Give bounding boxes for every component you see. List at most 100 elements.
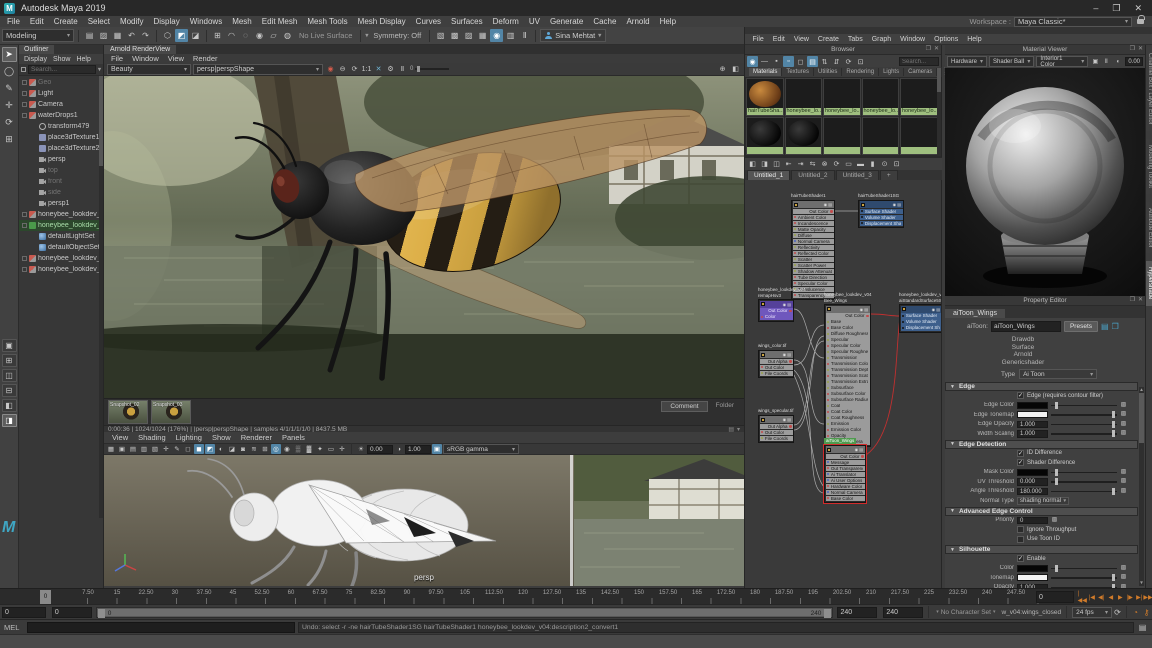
arnold-renderview-icon[interactable]: ◉ — [490, 29, 504, 42]
dof-icon[interactable]: ◎ — [271, 444, 281, 454]
node-header[interactable]: ◉ ▤ — [859, 201, 903, 208]
menu-item[interactable]: Create — [49, 17, 83, 26]
node-output-port[interactable]: Out Color — [759, 308, 793, 314]
node-port[interactable]: Shadow Attenuation — [792, 268, 834, 274]
play-backwards-button[interactable]: ◀ — [1107, 591, 1116, 603]
bookmarks-icon[interactable]: ▥ — [139, 444, 149, 454]
material-swatch[interactable] — [746, 117, 784, 155]
browser-tab[interactable]: Utilities — [814, 68, 843, 76]
outliner-menu-item[interactable]: Show — [51, 56, 73, 63]
viewport-menu-item[interactable]: Panels — [278, 433, 309, 442]
node-port[interactable]: Reflected Color — [792, 250, 834, 256]
open-scene-icon[interactable]: ▨ — [97, 29, 110, 42]
play-forwards-button[interactable]: ▶ — [1116, 591, 1125, 603]
color-swatch[interactable] — [1017, 401, 1048, 409]
hypershade-menu-item[interactable]: Options — [930, 36, 963, 43]
menu-item[interactable]: Windows — [185, 17, 227, 26]
node-port[interactable]: Surface Shader — [859, 208, 903, 214]
start-render-icon[interactable]: ◉ — [325, 64, 336, 75]
close-button[interactable]: ✕ — [1134, 3, 1142, 14]
node-port[interactable]: Emission — [825, 421, 870, 427]
range-end-handle[interactable] — [824, 608, 832, 618]
shader-node[interactable]: hairTubeShader1SG ◉ ▤ Surface Shader Vol… — [858, 193, 904, 228]
menu-item[interactable]: Cache — [588, 17, 621, 26]
swatch-small-icon[interactable]: ▪ — [771, 56, 782, 67]
shader-node[interactable]: hairTubeShader1 ◉ ▤ Out Color Ambient Co… — [791, 193, 835, 300]
browser-tab[interactable]: Materials — [749, 68, 783, 76]
item-checkbox[interactable] — [22, 102, 27, 107]
texture-connect-icon[interactable]: ▩ — [1120, 478, 1127, 485]
wireframe-icon[interactable]: ◻ — [183, 444, 193, 454]
node-output-port[interactable]: Out Color — [792, 208, 834, 214]
viewport-menu-item[interactable]: Shading — [134, 433, 170, 442]
graph-tab[interactable]: Untitled_1 — [747, 170, 791, 180]
node-port[interactable]: Message — [825, 459, 865, 465]
swatch-large-icon[interactable]: ◻ — [795, 56, 806, 67]
outliner-item[interactable]: Geo — [19, 77, 99, 88]
current-clip-field[interactable]: w_v04:wings_closed — [1001, 609, 1061, 616]
close-panel-icon[interactable]: ✕ — [934, 45, 939, 52]
shader-ball-preview[interactable] — [945, 68, 1145, 296]
outliner-item[interactable]: side — [19, 187, 99, 198]
node-port[interactable]: Subsurface Color — [825, 391, 870, 397]
layout-hypershade-icon[interactable]: ◨ — [1, 414, 17, 427]
account-button[interactable]: Sina Mehtat ▾ — [540, 29, 607, 42]
node-port[interactable]: Specular — [825, 337, 870, 343]
slider-handle[interactable] — [1054, 564, 1058, 572]
character-set-dropdown[interactable]: No Character Set — [941, 609, 991, 616]
node-name-field[interactable]: aiToon_Wings — [990, 320, 1061, 332]
noise-threshold-slider[interactable]: 0 — [410, 66, 450, 72]
lights-icon[interactable]: ◐ — [216, 444, 226, 454]
hypershade-menu-item[interactable]: Graph — [867, 36, 895, 43]
paint-select-tool-icon[interactable]: ✎ — [2, 81, 17, 96]
image-plane-icon[interactable]: ▧ — [150, 444, 160, 454]
range-bar[interactable] — [97, 608, 832, 616]
sidebar-vertical-tab[interactable]: Channel Box / Layer Editor — [1146, 47, 1152, 131]
node-port[interactable]: Base Color — [825, 495, 865, 501]
material-swatch[interactable]: honeybee_lo... — [900, 78, 938, 116]
mv-snapshot-icon[interactable]: ▣ — [1090, 57, 1100, 67]
menu-item[interactable]: Select — [83, 17, 115, 26]
step-forward-frame-button[interactable]: |▶ — [1126, 591, 1135, 603]
browser-scrollbar[interactable] — [937, 68, 941, 156]
node-port[interactable]: Transmission — [825, 355, 870, 361]
snapshot-thumbnail[interactable]: Snapshot_03 — [151, 400, 191, 424]
hypershade-menu-item[interactable]: View — [789, 36, 813, 43]
select-object-icon[interactable]: ◩ — [175, 29, 188, 42]
simple-view-icon[interactable]: ▭ — [843, 159, 854, 170]
color-swatch[interactable] — [1017, 574, 1048, 582]
texture-connect-icon[interactable]: ▩ — [1120, 469, 1127, 476]
rotate-tool-icon[interactable]: ⟳ — [2, 115, 17, 130]
animation-preferences-icon[interactable]: ◔ — [1130, 607, 1141, 618]
node-port[interactable]: Reflectivity — [792, 244, 834, 250]
menu-item[interactable]: Mesh Tools — [302, 17, 352, 26]
item-checkbox[interactable] — [22, 223, 27, 228]
render-current-frame-icon[interactable]: ▩ — [448, 29, 461, 42]
shader-node[interactable]: wings_specular.tif ◉ ▤ Out Alpha Out Col… — [758, 408, 794, 443]
sort-type-icon[interactable]: ⇵ — [831, 56, 842, 67]
attribute-slider[interactable] — [1051, 564, 1117, 572]
texture-connect-icon[interactable]: ▩ — [1120, 488, 1127, 495]
hide-attributes-icon[interactable]: ◨ — [759, 159, 770, 170]
go-to-end-button[interactable]: ▶▶| — [1143, 591, 1152, 603]
layout-four-pane-icon[interactable]: ⊞ — [1, 354, 17, 367]
snap-to-grids-icon[interactable]: ⊞ — [211, 29, 224, 42]
node-port[interactable]: Base Color — [825, 325, 870, 331]
close-panel-icon[interactable]: ✕ — [1138, 296, 1143, 303]
shaded-icon[interactable]: ◼ — [194, 444, 204, 454]
material-swatch[interactable] — [900, 117, 938, 155]
node-output-port[interactable]: Out Color — [825, 453, 865, 459]
undo-icon[interactable]: ↶ — [125, 29, 138, 42]
clear-graph-icon[interactable]: ⊗ — [819, 159, 830, 170]
snap-to-points-icon[interactable]: ◌ — [239, 29, 252, 42]
node-port[interactable]: Displacement Shader — [900, 325, 941, 331]
node-port[interactable]: Transmission Depth — [825, 367, 870, 373]
hud-icon[interactable]: ▭ — [326, 444, 336, 454]
input-connections-icon[interactable]: ⇤ — [783, 159, 794, 170]
item-checkbox[interactable] — [22, 212, 27, 217]
outliner-item[interactable]: honeybee_lookdev_v04... — [19, 253, 99, 264]
step-back-key-button[interactable]: |◀ — [1088, 591, 1097, 603]
animation-start-field[interactable]: 0 — [2, 606, 46, 618]
make-live-icon[interactable]: ◍ — [281, 29, 294, 42]
menu-item[interactable]: Mesh — [227, 17, 257, 26]
